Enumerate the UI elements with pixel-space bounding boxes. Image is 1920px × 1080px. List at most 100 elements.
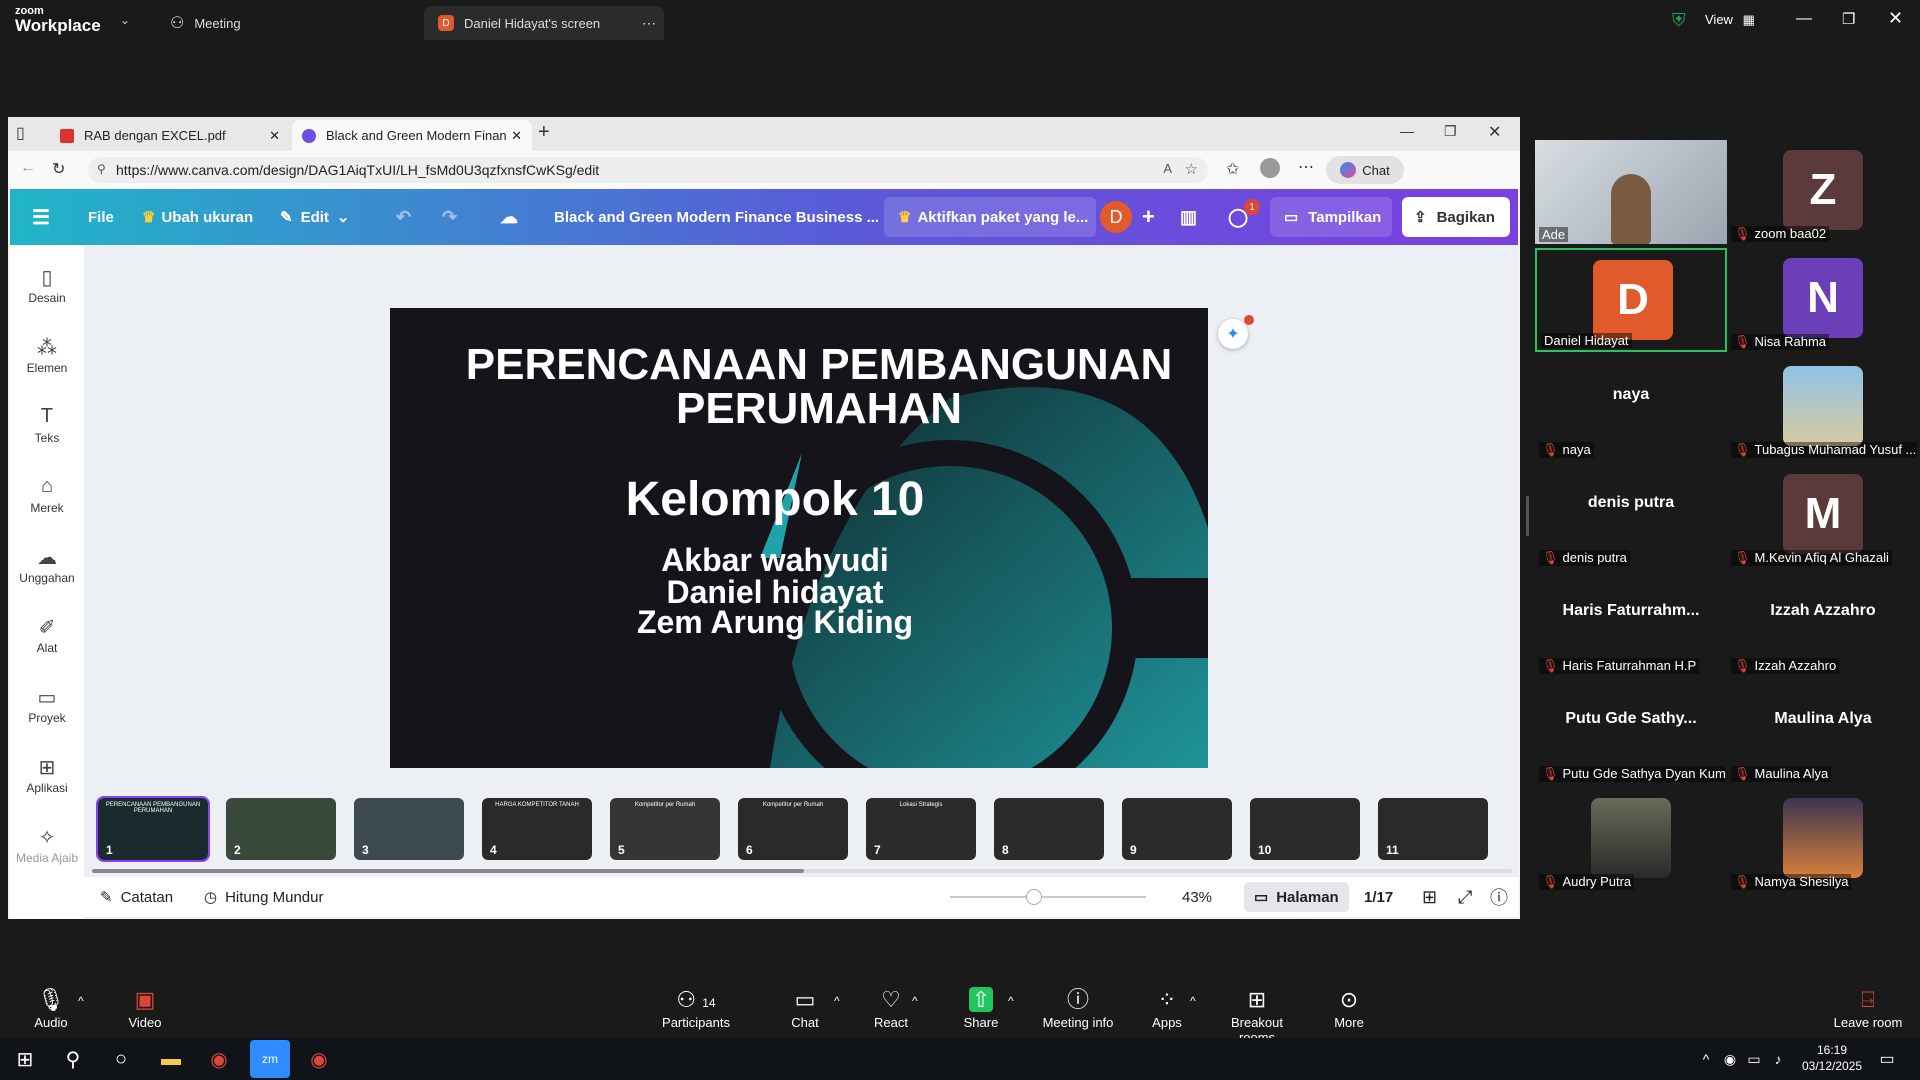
timer-button[interactable]: ◷ Hitung Mundur: [204, 877, 323, 917]
chevron-up-icon[interactable]: ^: [78, 994, 84, 1008]
zoom-slider[interactable]: [950, 889, 1146, 905]
participant-tile[interactable]: Putu Gde Sathy... 🎙︎ Putu Gde Sathya Dyan …: [1535, 680, 1727, 784]
slide-thumbnail[interactable]: PERENCANAAN PEMBANGUNAN PERUMAHAN 1: [96, 796, 210, 862]
new-tab-icon[interactable]: +: [538, 121, 550, 144]
close-tab-icon[interactable]: ✕: [269, 128, 280, 144]
fullscreen-icon[interactable]: ⤢: [1458, 877, 1472, 917]
thumbnail-scrollbar-thumb[interactable]: [92, 869, 804, 873]
participant-tile[interactable]: Ade: [1535, 140, 1727, 244]
participant-tile[interactable]: Maulina Alya 🎙︎ Maulina Alya: [1727, 680, 1919, 784]
more-options-icon[interactable]: ⋯: [642, 15, 656, 32]
chrome-icon[interactable]: ◉: [204, 1038, 234, 1080]
windows-start-icon[interactable]: ⊞: [10, 1038, 40, 1080]
thumbnail-scrollbar-track[interactable]: [92, 869, 1512, 873]
url-input[interactable]: ⚲ https://www.canva.com/design/DAG1AiqTx…: [88, 157, 1208, 183]
search-icon[interactable]: ⚲: [58, 1038, 88, 1080]
cloud-sync-icon[interactable]: ☁: [500, 189, 518, 245]
sidebar-item-brand[interactable]: ⌂ Merek: [10, 475, 84, 515]
more-button[interactable]: ⊙ More: [1324, 980, 1374, 1038]
volume-icon[interactable]: ♪: [1768, 1038, 1788, 1080]
file-explorer-icon[interactable]: ▬: [156, 1038, 186, 1080]
sidebar-item-elements[interactable]: ⁂ Elemen: [10, 335, 84, 375]
participant-tile[interactable]: naya 🎙︎ naya: [1535, 356, 1727, 460]
undo-icon[interactable]: ↶: [396, 189, 411, 245]
apps-button[interactable]: ⁘ Apps: [1142, 980, 1192, 1038]
slide-thumbnail[interactable]: 3: [354, 798, 464, 860]
sidebar-item-design[interactable]: ▯ Desain: [10, 265, 84, 305]
react-button[interactable]: ♡ React: [866, 980, 916, 1038]
panel-resize-handle[interactable]: [1526, 496, 1529, 536]
slide-thumbnail[interactable]: 2: [226, 798, 336, 860]
share-button[interactable]: ⇧ Share: [956, 980, 1006, 1038]
grid-view-icon[interactable]: ⊞: [1422, 877, 1437, 917]
sidebar-item-magic-media[interactable]: ✧ Media Ajaib: [10, 825, 84, 865]
chat-button[interactable]: ▭ Chat: [780, 980, 830, 1038]
comments-icon[interactable]: ◯: [1228, 189, 1248, 245]
participant-tile[interactable]: 🎙︎ Tubagus Muhamad Yusuf ...: [1727, 356, 1919, 460]
file-menu[interactable]: File: [88, 189, 114, 245]
task-view-icon[interactable]: ○: [106, 1038, 136, 1080]
view-button[interactable]: View ▦: [1705, 12, 1755, 28]
participant-tile[interactable]: Izzah Azzahro 🎙︎ Izzah Azzahro: [1727, 572, 1919, 676]
sidebar-item-apps[interactable]: ⊞ Aplikasi: [10, 755, 84, 795]
system-clock[interactable]: 16:19 03/12/2025: [1802, 1042, 1862, 1074]
copilot-chat-button[interactable]: Chat: [1326, 156, 1404, 184]
audio-button[interactable]: 🎙︎ Audio: [26, 980, 76, 1038]
maximize-icon[interactable]: ❐: [1444, 123, 1457, 140]
menu-icon[interactable]: ⋯: [1298, 157, 1314, 177]
chevron-down-icon[interactable]: ⌄: [120, 13, 130, 27]
leave-room-button[interactable]: ⍈ Leave room: [1826, 980, 1910, 1038]
sidebar-item-uploads[interactable]: ☁ Unggahan: [10, 545, 84, 585]
participant-tile[interactable]: M 🎙︎ M.Kevin Afiq Al Ghazali: [1727, 464, 1919, 568]
minimize-icon[interactable]: —: [1400, 123, 1414, 139]
sidebar-item-text[interactable]: T Teks: [10, 405, 84, 445]
slide-thumbnail[interactable]: HARGA KOMPETITOR TANAH 4: [482, 798, 592, 860]
menu-icon[interactable]: ☰: [32, 189, 50, 245]
browser-tab-canva[interactable]: Black and Green Modern Finance ✕: [292, 120, 532, 151]
slide-thumbnail[interactable]: 11: [1378, 798, 1488, 860]
slide-thumbnail[interactable]: 9: [1122, 798, 1232, 860]
record-icon[interactable]: ◉: [1720, 1038, 1740, 1080]
network-icon[interactable]: ▭: [1744, 1038, 1764, 1080]
sidebar-item-tools[interactable]: ✐ Alat: [10, 615, 84, 655]
minimize-icon[interactable]: —: [1796, 10, 1812, 28]
chrome-icon[interactable]: ◉: [304, 1038, 334, 1080]
back-icon[interactable]: ←: [20, 159, 36, 177]
close-tab-icon[interactable]: ✕: [511, 128, 522, 144]
participant-tile[interactable]: 🎙︎ Audry Putra: [1535, 788, 1727, 892]
avatar[interactable]: D: [1100, 201, 1132, 233]
participant-tile[interactable]: N 🎙︎ Nisa Rahma: [1727, 248, 1919, 352]
participant-tile[interactable]: denis putra 🎙︎ denis putra: [1535, 464, 1727, 568]
restore-icon[interactable]: ❐: [1842, 10, 1855, 28]
participant-tile[interactable]: 🎙︎ Namya Shesilya: [1727, 788, 1919, 892]
edit-menu[interactable]: ✎ Edit ⌄: [280, 189, 350, 245]
zoom-percent[interactable]: 43%: [1182, 877, 1212, 917]
sidebar-item-projects[interactable]: ▭ Proyek: [10, 685, 84, 725]
meeting-info-button[interactable]: ⓘ Meeting info: [1036, 980, 1120, 1038]
upgrade-button[interactable]: ♛ Aktifkan paket yang le...: [884, 197, 1096, 237]
slide-thumbnail[interactable]: 10: [1250, 798, 1360, 860]
add-people-icon[interactable]: +: [1142, 189, 1155, 245]
slide-thumbnail[interactable]: Kompetitor per Rumah 6: [738, 798, 848, 860]
participant-tile[interactable]: D Daniel Hidayat: [1535, 248, 1727, 352]
close-icon[interactable]: ✕: [1888, 8, 1903, 29]
participants-button[interactable]: ⚇ 14 Participants: [656, 980, 736, 1038]
insights-icon[interactable]: ▥: [1180, 189, 1197, 245]
help-icon[interactable]: ⓘ: [1490, 877, 1508, 917]
zoom-slider-knob[interactable]: [1026, 889, 1043, 905]
slide-thumbnail[interactable]: Kompetitor per Rumah 5: [610, 798, 720, 860]
magic-assistant-icon[interactable]: ✦: [1218, 319, 1248, 349]
breakout-rooms-button[interactable]: ⊞Breakout rooms: [1212, 980, 1302, 1045]
profile-icon[interactable]: [1260, 158, 1280, 178]
share-screen-tab[interactable]: D Daniel Hidayat's screen ⋯: [424, 6, 664, 40]
chevron-up-icon[interactable]: ^: [1190, 994, 1196, 1008]
slide-thumbnail[interactable]: Lokasi Strategis 7: [866, 798, 976, 860]
chevron-up-icon[interactable]: ^: [834, 994, 840, 1008]
pages-button[interactable]: ▭ Halaman: [1244, 882, 1349, 912]
document-title[interactable]: Black and Green Modern Finance Business …: [554, 189, 879, 245]
video-button[interactable]: ▣ Video: [120, 980, 170, 1038]
notes-button[interactable]: ✎ Catatan: [100, 877, 173, 917]
favorites-icon[interactable]: ✩: [1226, 159, 1239, 179]
sidebar-toggle-icon[interactable]: ▯: [16, 123, 25, 143]
read-aloud-icon[interactable]: A: [1163, 161, 1172, 176]
